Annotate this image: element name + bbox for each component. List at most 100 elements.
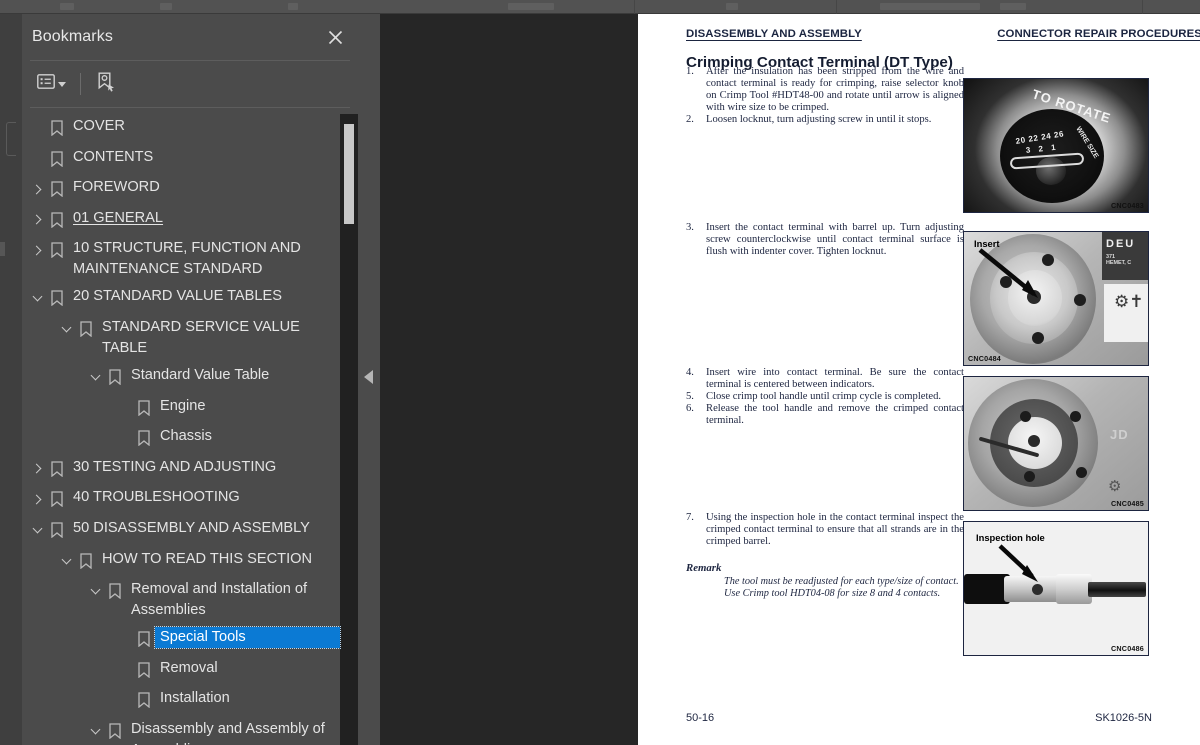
tool-sticker-glyph: ⚙✝ bbox=[1114, 292, 1144, 311]
toolbar-separator bbox=[1142, 0, 1143, 14]
toolbar-ghost-item[interactable] bbox=[60, 3, 74, 10]
bookmark-item[interactable]: 30 TESTING AND ADJUSTING bbox=[22, 454, 358, 485]
chevron-down-icon[interactable] bbox=[57, 318, 75, 340]
bookmark-item[interactable]: CONTENTS bbox=[22, 144, 358, 175]
bookmark-icon bbox=[46, 488, 68, 510]
chevron-down-icon[interactable] bbox=[28, 519, 46, 541]
figure-note: Inspection hole bbox=[976, 532, 1045, 543]
document-page[interactable]: DISASSEMBLY AND ASSEMBLY CONNECTOR REPAI… bbox=[638, 14, 1200, 745]
bookmark-icon bbox=[46, 458, 68, 480]
chevron-right-icon[interactable] bbox=[28, 488, 46, 510]
tool-stud bbox=[1032, 332, 1044, 344]
steps-block-3: 4. Insert wire into contact terminal. Be… bbox=[686, 367, 964, 427]
figure-note: Insert bbox=[974, 238, 1000, 249]
bookmark-item[interactable]: Special Tools bbox=[22, 624, 358, 655]
tool-stud bbox=[1020, 411, 1031, 422]
tool-stud bbox=[1076, 467, 1087, 478]
step-text: Loosen locknut, turn adjusting screw in … bbox=[706, 113, 932, 125]
new-bookmark-button[interactable] bbox=[94, 68, 119, 101]
chevron-right-icon[interactable] bbox=[28, 209, 46, 231]
step-text: After the insulation has been stripped f… bbox=[706, 66, 964, 113]
bookmark-item[interactable]: Disassembly and Assembly of Assemblies bbox=[22, 716, 358, 745]
bookmark-icon bbox=[75, 318, 97, 340]
step-number: 5. bbox=[686, 390, 694, 402]
bookmark-icon bbox=[133, 397, 155, 419]
collapse-left-icon[interactable] bbox=[364, 370, 373, 384]
brand-subtext: 371 HEMET, C bbox=[1106, 254, 1132, 266]
steps-block-1: 1. After the insulation has been strippe… bbox=[686, 66, 964, 126]
tool-stud bbox=[1024, 471, 1035, 482]
bookmark-item[interactable]: STANDARD SERVICE VALUE TABLE bbox=[22, 314, 358, 362]
chevron-down-icon[interactable] bbox=[86, 580, 104, 602]
bookmark-item[interactable]: 20 STANDARD VALUE TABLES bbox=[22, 283, 358, 314]
bookmark-item[interactable]: Engine bbox=[22, 393, 358, 424]
bookmark-item[interactable]: Installation bbox=[22, 685, 358, 716]
bookmark-label: Disassembly and Assembly of Assemblies bbox=[131, 720, 325, 745]
list-item: 3. Insert the contact terminal with barr… bbox=[686, 222, 964, 258]
running-header: DISASSEMBLY AND ASSEMBLY CONNECTOR REPAI… bbox=[686, 28, 1200, 42]
bookmark-icon bbox=[133, 427, 155, 449]
toolbar-ghost-item[interactable] bbox=[726, 3, 738, 10]
bookmark-label: 50 DISASSEMBLY AND ASSEMBLY bbox=[73, 519, 310, 536]
chevron-down-icon[interactable] bbox=[86, 720, 104, 742]
bookmark-item[interactable]: FOREWORD bbox=[22, 174, 358, 205]
contact-terminal bbox=[1028, 435, 1040, 447]
close-icon[interactable] bbox=[324, 26, 346, 48]
bookmark-item[interactable]: Removal and Installation of Assemblies bbox=[22, 576, 358, 624]
toolbar-ghost-item[interactable] bbox=[160, 3, 172, 10]
bookmark-label: 30 TESTING AND ADJUSTING bbox=[73, 458, 277, 475]
chevron-right-icon[interactable] bbox=[28, 458, 46, 480]
toolbar-separator bbox=[634, 0, 635, 14]
bookmark-icon bbox=[46, 117, 68, 139]
chevron-right-icon[interactable] bbox=[28, 239, 46, 261]
bookmarks-tree-scroll-area[interactable]: COVER CONTENTS FOREWORD 01 GENERAL 10 STRUCT… bbox=[22, 107, 358, 745]
figure-caption: CNC0483 bbox=[1111, 201, 1144, 210]
chevron-down-icon[interactable] bbox=[86, 366, 104, 388]
figure-caption: CNC0484 bbox=[968, 354, 1001, 363]
bookmarks-scrollbar-thumb[interactable] bbox=[344, 124, 354, 224]
tool-stud bbox=[1074, 294, 1086, 306]
sidebar-rail[interactable] bbox=[0, 14, 22, 745]
toolbar-ghost-item[interactable] bbox=[880, 3, 980, 10]
remark-body: The tool must be readjusted for each typ… bbox=[724, 575, 959, 600]
brand-text: DEU bbox=[1106, 238, 1136, 250]
chevron-down-icon[interactable] bbox=[57, 550, 75, 572]
bookmark-item[interactable]: COVER bbox=[22, 113, 358, 144]
toolbar-ghost-item[interactable] bbox=[288, 3, 298, 10]
chevron-down-icon bbox=[58, 81, 66, 87]
bookmark-label: Removal and Installation of Assemblies bbox=[131, 581, 308, 619]
bookmark-label: Installation bbox=[160, 690, 230, 707]
bookmarks-toolbar bbox=[22, 61, 358, 107]
bookmarks-panel: Bookmarks COVER CONTENTS FOREWORD 01 GEN… bbox=[22, 14, 358, 745]
contact-body bbox=[1056, 574, 1092, 604]
toolbar-ghost-item[interactable] bbox=[508, 3, 554, 10]
list-item: 4. Insert wire into contact terminal. Be… bbox=[686, 367, 964, 391]
remark-heading: Remark bbox=[686, 561, 722, 574]
chevron-down-icon[interactable] bbox=[28, 287, 46, 309]
step-number: 1. bbox=[686, 66, 694, 77]
toolbar-ghost-item[interactable] bbox=[1000, 3, 1026, 10]
bookmark-item[interactable]: 50 DISASSEMBLY AND ASSEMBLY bbox=[22, 515, 358, 546]
bookmarks-panel-header: Bookmarks bbox=[22, 14, 358, 60]
bookmark-item[interactable]: Standard Value Table bbox=[22, 362, 358, 393]
tool-stud bbox=[1070, 411, 1081, 422]
chevron-right-icon[interactable] bbox=[28, 178, 46, 200]
bookmark-item[interactable]: Chassis bbox=[22, 423, 358, 454]
bookmark-item[interactable]: 01 GENERAL bbox=[22, 205, 358, 236]
bookmark-label: CONTENTS bbox=[73, 148, 154, 165]
bookmark-item[interactable]: Removal bbox=[22, 655, 358, 686]
bookmarks-scrollbar[interactable] bbox=[340, 114, 358, 745]
toolbar-separator bbox=[836, 0, 837, 14]
main-toolbar[interactable] bbox=[0, 0, 1200, 14]
figure-crimp-tool-dial: 20 22 24 26 3 2 1 WIRE SIZE TO ROTATE CN… bbox=[963, 78, 1149, 213]
bookmark-options-button[interactable] bbox=[34, 70, 69, 98]
page-content: DISASSEMBLY AND ASSEMBLY CONNECTOR REPAI… bbox=[686, 28, 1200, 71]
bookmark-item[interactable]: HOW TO READ THIS SECTION bbox=[22, 546, 358, 577]
step-text: Close crimp tool handle until crimp cycl… bbox=[706, 390, 942, 402]
insert-arrow-icon bbox=[978, 248, 1038, 298]
step-number: 4. bbox=[686, 367, 694, 378]
bookmark-item[interactable]: 10 STRUCTURE, FUNCTION AND MAINTENANCE S… bbox=[22, 235, 358, 283]
bookmark-item[interactable]: 40 TROUBLESHOOTING bbox=[22, 484, 358, 515]
bookmark-label: FOREWORD bbox=[73, 179, 160, 196]
bookmark-label: Standard Value Table bbox=[131, 366, 270, 383]
